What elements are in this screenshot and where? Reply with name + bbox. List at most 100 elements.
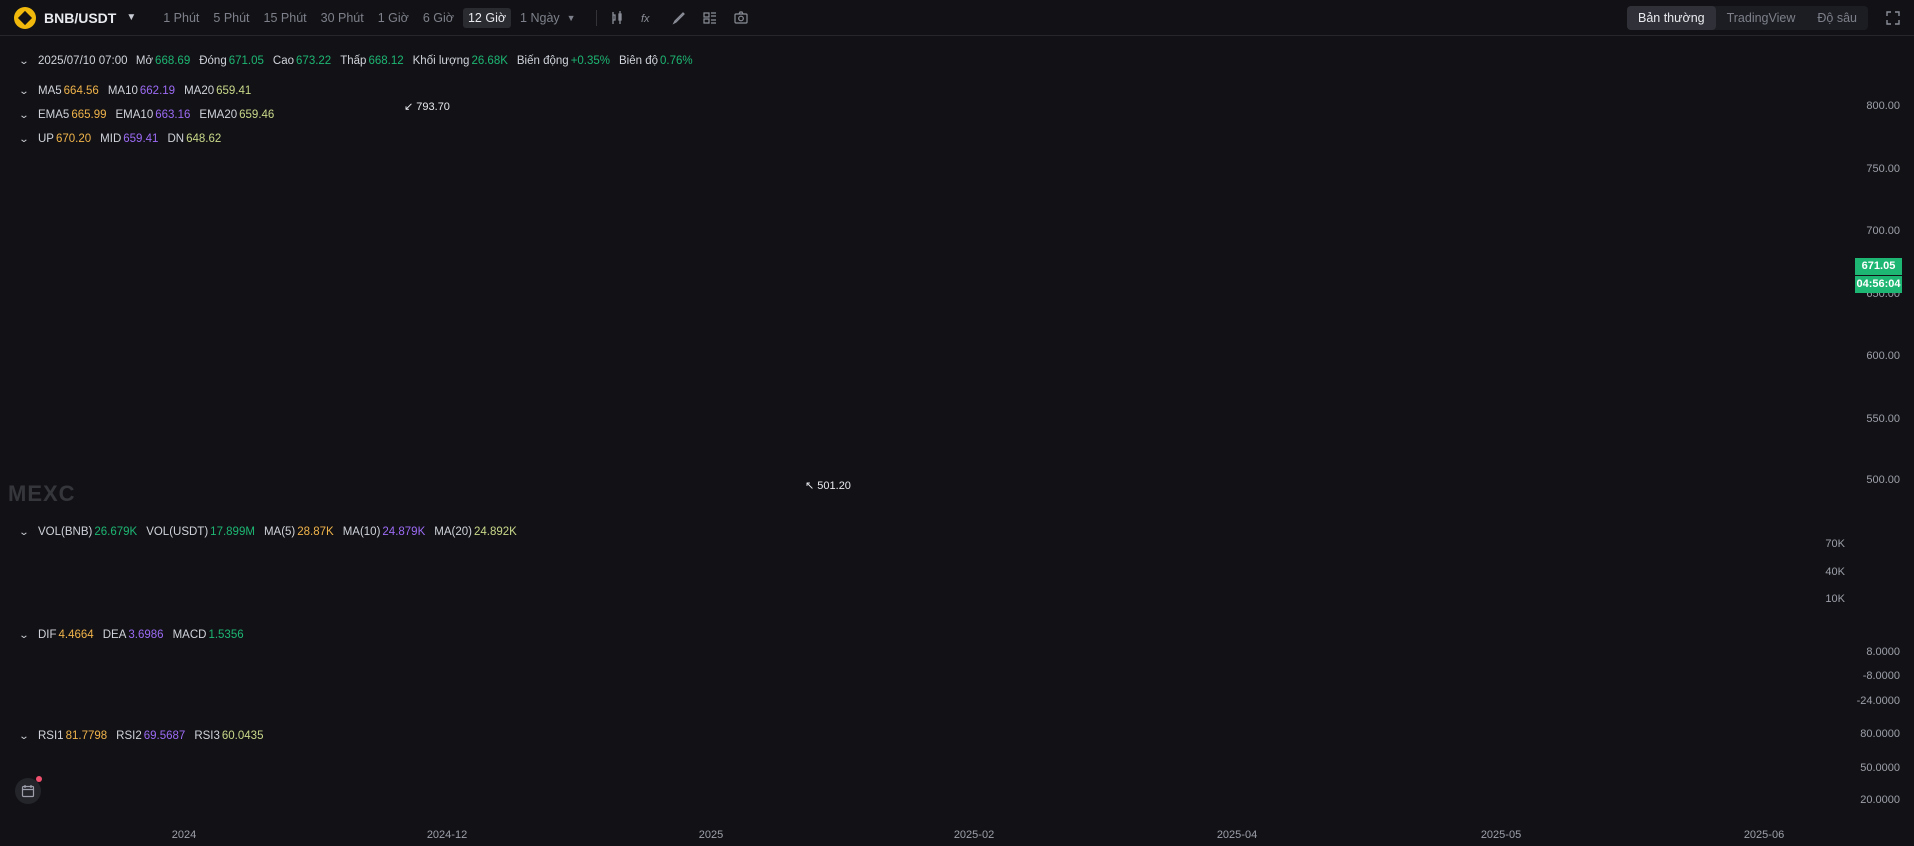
ma10-line [2, 120, 1838, 455]
candle-body [259, 351, 264, 361]
candle-body [1804, 260, 1810, 272]
volume-bar [674, 608, 679, 613]
candle-body [1486, 241, 1491, 271]
candle-body [1131, 299, 1136, 313]
candle-body [1341, 332, 1347, 344]
candle-body [0, 432, 6, 438]
volume-bar [981, 602, 986, 613]
macd-histogram-bar [301, 665, 306, 667]
dea-value: 3.6986 [128, 629, 164, 641]
vol-ma10-line [2, 567, 1838, 607]
interval-tab-5[interactable]: 6 Giờ [418, 8, 459, 28]
svg-text:fx: fx [641, 13, 650, 25]
macd-histogram-bar [1041, 663, 1046, 667]
macd-histogram-bar [1751, 665, 1755, 667]
macd-histogram-bar [361, 667, 366, 669]
volume-bar [1413, 588, 1419, 613]
volume-bar [1005, 608, 1010, 613]
macd-histogram-bar [277, 664, 282, 667]
volume-bar [1504, 570, 1509, 613]
candles-icon[interactable] [609, 10, 625, 26]
macd-histogram-bar [608, 643, 613, 667]
low-label: Thấp [340, 55, 367, 67]
volume-bar [920, 589, 926, 613]
close-label: Đóng [199, 55, 227, 67]
vol-ma5-line [2, 554, 1838, 608]
candle-body [728, 270, 733, 277]
macd-histogram-bar [428, 597, 432, 667]
volume-label: Khối lượng [412, 55, 470, 67]
macd-histogram-bar [43, 667, 47, 668]
candle-body [674, 204, 679, 224]
rsi-tick-label: 50.0000 [1860, 762, 1900, 774]
volume-bar [229, 607, 234, 613]
ma20-line [2, 152, 1838, 433]
candle-body [457, 157, 463, 160]
macd-histogram-bar [1480, 667, 1485, 678]
boll-mid-value: 659.41 [123, 133, 159, 145]
interval-tab-6[interactable]: 12 Giờ [462, 7, 512, 28]
macd-histogram-bar [1372, 634, 1376, 667]
collapse-chevron-icon[interactable]: ⌄ [19, 86, 32, 97]
candle-body [1005, 314, 1010, 316]
candle-body [1299, 362, 1304, 387]
layout-icon[interactable] [702, 10, 718, 26]
interval-tab-4[interactable]: 1 Giờ [373, 8, 414, 28]
volume-bar [1299, 582, 1304, 613]
volume-bar [1630, 566, 1635, 613]
macd-histogram-bar [831, 667, 835, 679]
collapse-chevron-icon[interactable]: ⌄ [19, 731, 32, 742]
candle-body [1618, 279, 1623, 283]
collapse-chevron-icon[interactable]: ⌄ [19, 630, 32, 641]
macd-histogram-bar [307, 666, 312, 667]
candle-body [205, 370, 210, 374]
mode-tab-0[interactable]: Bản thường [1626, 6, 1716, 30]
volume-bar [650, 608, 655, 613]
mode-tab-2[interactable]: Độ sâu [1806, 6, 1868, 30]
divider [595, 9, 597, 26]
interval-chevron-down-icon[interactable]: ▼ [567, 13, 576, 23]
volume-bar [1167, 600, 1172, 613]
candle-body [530, 182, 535, 211]
candle-body [1546, 260, 1551, 263]
candle-body [1173, 335, 1178, 346]
mode-tab-1[interactable]: TradingView [1716, 6, 1807, 30]
interval-tab-1[interactable]: 5 Phút [208, 8, 254, 28]
calendar-icon[interactable] [15, 778, 41, 804]
volume-bar [518, 607, 523, 613]
collapse-chevron-icon[interactable]: ⌄ [19, 56, 32, 67]
ohlc-legend: ⌄ 2025/07/10 07:00 Mở 668.69 Đóng 671.05 C… [19, 55, 702, 67]
candle-body [542, 195, 547, 208]
candle-body [938, 247, 944, 254]
chart-canvas[interactable] [0, 0, 1914, 846]
ma10-label: MA10 [107, 85, 138, 97]
volume-bar [752, 605, 757, 613]
interval-tab-0[interactable]: 1 Phút [158, 8, 204, 28]
candle-body [710, 229, 715, 260]
volume-bar [145, 601, 150, 613]
candle-body [42, 398, 48, 414]
interval-tab-2[interactable]: 15 Phút [259, 8, 312, 28]
fullscreen-icon[interactable] [1886, 11, 1900, 25]
volume-bar [469, 602, 475, 613]
collapse-chevron-icon[interactable]: ⌄ [19, 134, 32, 145]
draw-icon[interactable] [671, 10, 687, 26]
macd-histogram-bar [127, 660, 132, 667]
volume-bar [632, 599, 637, 613]
collapse-chevron-icon[interactable]: ⌄ [19, 527, 32, 538]
macd-histogram-bar [1690, 667, 1695, 669]
indicator-icon[interactable]: fx [640, 10, 656, 26]
collapse-chevron-icon[interactable]: ⌄ [19, 110, 32, 121]
volume-bar [1774, 582, 1779, 613]
interval-tab-3[interactable]: 30 Phút [316, 8, 369, 28]
volume-bar [818, 608, 823, 613]
camera-icon[interactable] [733, 10, 749, 26]
candle-body [1107, 309, 1112, 313]
boll-up-value: 670.20 [55, 133, 92, 145]
macd-histogram-bar [1726, 665, 1731, 667]
interval-tab-7[interactable]: 1 Ngày [515, 8, 565, 28]
macd-histogram-bar [374, 666, 378, 668]
symbol-selector[interactable]: BNB/USDT ▼ [14, 0, 136, 36]
candle-body [1371, 302, 1377, 309]
macd-histogram-bar [1763, 657, 1767, 667]
